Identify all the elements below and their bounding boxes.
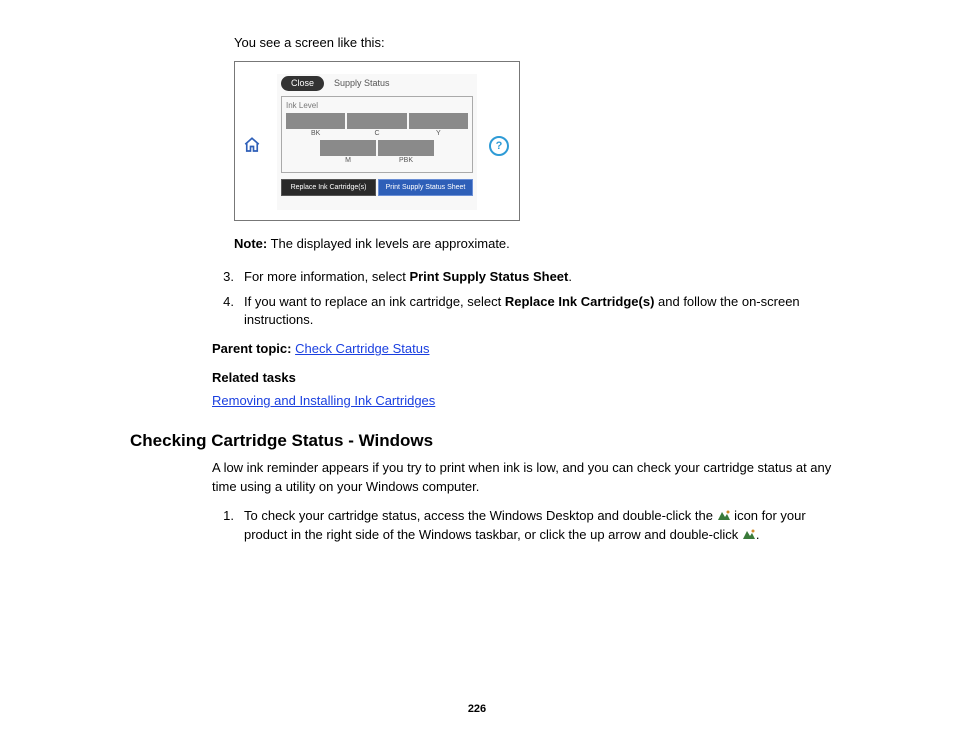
product-tray-icon xyxy=(742,528,756,541)
product-tray-icon xyxy=(717,509,731,522)
ink-row-1 xyxy=(286,113,468,129)
print-status-sheet-button: Print Supply Status Sheet xyxy=(378,179,473,197)
close-pill: Close xyxy=(281,76,324,91)
win-step-1: 1. To check your cartridge status, acces… xyxy=(212,507,834,545)
ink-row-2-labels: M PBK xyxy=(320,156,434,166)
printer-lcd-figure: ? Close Supply Status Ink Level BK C Y xyxy=(234,61,520,221)
replace-cartridge-button: Replace Ink Cartridge(s) xyxy=(281,179,376,197)
ink-level-label: Ink Level xyxy=(286,100,468,112)
section-heading: Checking Cartridge Status - Windows xyxy=(130,429,834,454)
related-task-link[interactable]: Removing and Installing Ink Cartridges xyxy=(212,393,435,408)
home-icon xyxy=(243,136,261,160)
lcd-title: Supply Status xyxy=(334,77,390,90)
note: Note: The displayed ink levels are appro… xyxy=(234,235,834,254)
step-3: 3. For more information, select Print Su… xyxy=(212,268,834,287)
note-label: Note: xyxy=(234,236,267,251)
ink-row-1-labels: BK C Y xyxy=(286,129,468,139)
ink-row-2 xyxy=(320,140,434,156)
section-intro: A low ink reminder appears if you try to… xyxy=(212,459,834,497)
step-number: 1. xyxy=(212,507,234,545)
parent-topic-link[interactable]: Check Cartridge Status xyxy=(295,341,429,356)
intro-text: You see a screen like this: xyxy=(234,34,834,53)
page-number: 226 xyxy=(0,702,954,718)
note-text: The displayed ink levels are approximate… xyxy=(267,236,510,251)
related-tasks-label: Related tasks xyxy=(212,369,834,388)
lcd-screen: Close Supply Status Ink Level BK C Y M P… xyxy=(277,74,477,210)
help-icon: ? xyxy=(489,136,509,156)
ink-level-panel: Ink Level BK C Y M PBK xyxy=(281,96,473,173)
step-number: 4. xyxy=(212,293,234,331)
parent-topic: Parent topic: Check Cartridge Status xyxy=(212,340,834,359)
step-4: 4. If you want to replace an ink cartrid… xyxy=(212,293,834,331)
step-number: 3. xyxy=(212,268,234,287)
